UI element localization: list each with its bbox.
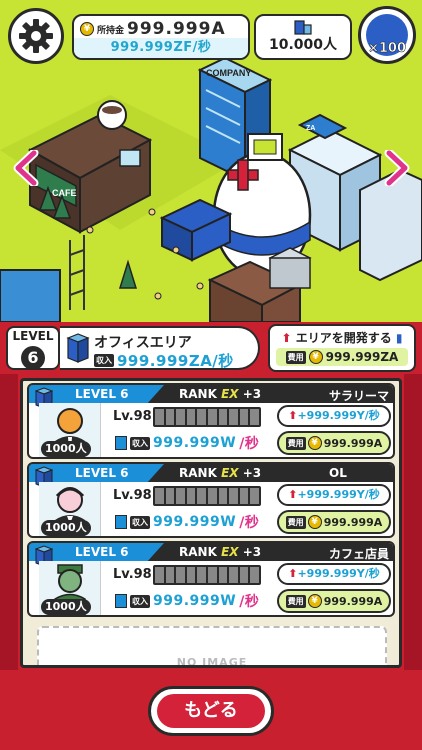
- staff-level: LEVEL 6: [75, 387, 129, 401]
- level-gauge: [153, 486, 261, 506]
- building-icon: ▮: [395, 331, 403, 345]
- coin-icon: ¥: [308, 350, 323, 364]
- hire-cost-button[interactable]: 費用 ¥ 999.999A: [277, 510, 391, 534]
- cost-tag: 費用: [285, 350, 306, 364]
- back-button[interactable]: もどる: [148, 686, 274, 736]
- staff-count: 1000人: [41, 441, 91, 457]
- coin-icon: ¥: [307, 515, 322, 529]
- population-value: 10.000人: [268, 37, 338, 53]
- staff-rank: RANK EX +3: [179, 387, 262, 401]
- money-value: 999.999A: [127, 19, 226, 39]
- staff-lv: Lv.98: [113, 409, 152, 424]
- area-level-badge: LEVEL 6: [6, 326, 60, 370]
- next-area-arrow[interactable]: [383, 150, 411, 186]
- staff-job: OL: [329, 466, 347, 480]
- staff-count: 1000人: [41, 520, 91, 536]
- company-sign: COMPANY: [206, 68, 251, 78]
- area-income-value: 999.999ZA/秒: [117, 352, 234, 370]
- building-icon: [294, 20, 312, 35]
- office-icon: [115, 436, 127, 450]
- staff-lv: Lv.98: [113, 488, 152, 503]
- area-info-panel: オフィスエリア 収入 999.999ZA/秒: [60, 326, 260, 370]
- money-rate: 999.999ZF/秒: [74, 38, 248, 58]
- staff-income-unit: /秒: [239, 594, 260, 610]
- staff-rank: RANK EX +3: [179, 466, 262, 480]
- develop-cost-value: 999.999ZA: [325, 350, 399, 364]
- bottom-bar: もどる: [0, 670, 422, 750]
- staff-level: LEVEL 6: [75, 545, 129, 559]
- back-label: もどる: [157, 694, 265, 728]
- staff-income: 999.999W: [153, 435, 237, 451]
- hire-cost-button[interactable]: 費用 ¥ 999.999A: [277, 431, 391, 455]
- staff-list[interactable]: LEVEL 6 RANK EX +3 サラリーマン 1000人 Lv.98 収入…: [20, 378, 402, 668]
- staff-job: カフェ店員: [329, 547, 390, 561]
- staff-count: 1000人: [41, 599, 91, 615]
- office-building-icon: [66, 333, 90, 363]
- office-icon: [115, 515, 127, 529]
- area-bar: LEVEL 6 オフィスエリア 収入 999.999ZA/秒 ⬆ エリアを開発す…: [0, 322, 422, 374]
- staff-income: 999.999W: [153, 593, 237, 609]
- staff-lv: Lv.98: [113, 567, 152, 582]
- income-rate-button[interactable]: ⬆+999.999Y/秒: [277, 484, 391, 506]
- ticket-button[interactable]: ×100: [358, 6, 416, 64]
- prev-area-arrow[interactable]: [12, 150, 40, 186]
- locked-staff-card: NO IMAGE: [37, 626, 387, 668]
- level-gauge: [153, 565, 261, 585]
- develop-area-button[interactable]: ⬆ エリアを開発する ▮ 費用 ¥ 999.999ZA: [268, 324, 416, 372]
- up-arrow-icon: ⬆: [281, 331, 292, 345]
- coin-icon: ¥: [307, 436, 322, 450]
- staff-card-salaryman[interactable]: LEVEL 6 RANK EX +3 サラリーマン 1000人 Lv.98 収入…: [27, 383, 395, 459]
- population-panel: 10.000人: [254, 14, 352, 60]
- level-gauge: [153, 407, 261, 427]
- za-sign: ZA: [306, 125, 315, 132]
- right-frame-strip: [404, 374, 422, 674]
- coin-icon: ¥: [307, 594, 322, 608]
- area-name: オフィスエリア: [94, 335, 192, 351]
- staff-rank: RANK EX +3: [179, 545, 262, 559]
- left-frame-strip: [0, 374, 18, 674]
- level-label: LEVEL: [12, 329, 54, 343]
- level-value: 6: [21, 346, 45, 370]
- cafe-sign: CAFE: [52, 188, 77, 198]
- gear-icon: [19, 19, 53, 53]
- money-label: 所持金: [97, 25, 125, 36]
- staff-income: 999.999W: [153, 514, 237, 530]
- no-image-text: NO IMAGE: [176, 656, 248, 668]
- money-panel: ¥ 所持金 999.999A 999.999ZF/秒: [72, 14, 250, 60]
- develop-label: エリアを開発する: [295, 331, 392, 345]
- income-rate-button[interactable]: ⬆+999.999Y/秒: [277, 563, 391, 585]
- staff-card-ol[interactable]: LEVEL 6 RANK EX +3 OL 1000人 Lv.98 収入 999…: [27, 462, 395, 538]
- staff-income-unit: /秒: [239, 515, 260, 531]
- staff-income-unit: /秒: [239, 436, 260, 452]
- income-tag: 収入: [130, 436, 150, 450]
- income-tag: 収入: [130, 594, 150, 608]
- income-tag: 収入: [130, 515, 150, 529]
- office-icon: [115, 594, 127, 608]
- ticket-count: ×100: [367, 41, 407, 57]
- income-tag: 収入: [94, 354, 114, 367]
- income-rate-button[interactable]: ⬆+999.999Y/秒: [277, 405, 391, 427]
- staff-card-cafe-clerk[interactable]: LEVEL 6 RANK EX +3 カフェ店員 1000人 Lv.98 収入 …: [27, 541, 395, 617]
- staff-level: LEVEL 6: [75, 466, 129, 480]
- settings-button[interactable]: [8, 8, 64, 64]
- coin-icon: ¥: [80, 22, 94, 36]
- hire-cost-button[interactable]: 費用 ¥ 999.999A: [277, 589, 391, 613]
